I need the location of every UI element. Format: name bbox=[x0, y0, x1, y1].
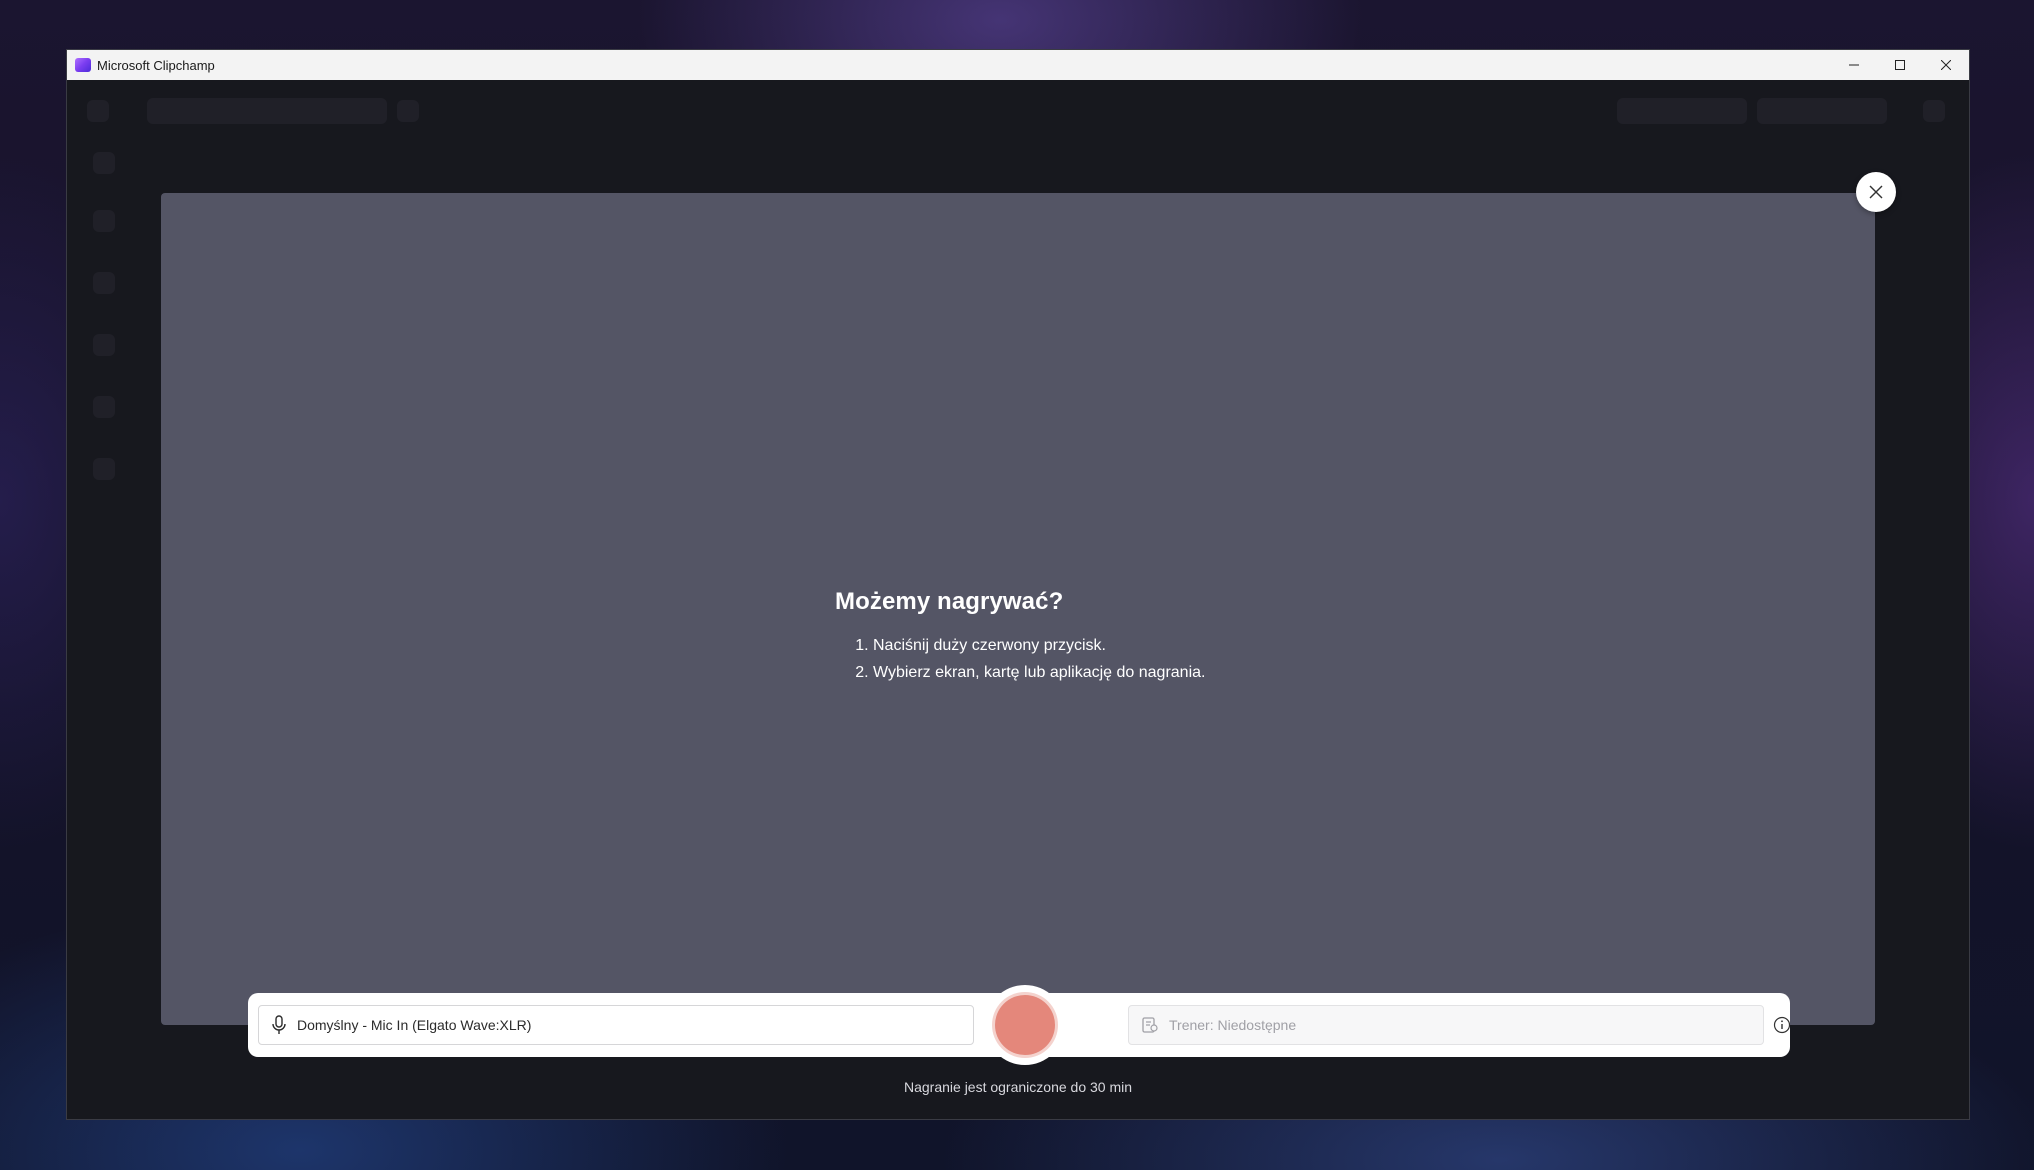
clipchamp-logo-icon bbox=[75, 58, 91, 72]
record-button[interactable] bbox=[995, 995, 1055, 1055]
record-button-ring bbox=[985, 985, 1065, 1065]
microphone-select[interactable]: Domyślny - Mic In (Elgato Wave:XLR) bbox=[258, 1005, 974, 1045]
modal-overlay: Możemy nagrywać? Naciśnij duży czerwony … bbox=[67, 80, 1969, 1119]
window-close-button[interactable] bbox=[1923, 50, 1969, 80]
close-recorder-button[interactable] bbox=[1856, 172, 1896, 212]
minimize-icon bbox=[1849, 64, 1859, 66]
recording-instructions: Możemy nagrywać? Naciśnij duży czerwony … bbox=[835, 588, 1205, 686]
recording-limit-note: Nagranie jest ograniczone do 30 min bbox=[903, 1079, 1133, 1095]
coach-icon bbox=[1141, 1016, 1159, 1034]
microphone-icon bbox=[271, 1015, 287, 1035]
info-button[interactable] bbox=[1773, 1016, 1791, 1034]
maximize-icon bbox=[1895, 60, 1905, 70]
app-window: Microsoft Clipchamp Możemy nagrywać? 1. … bbox=[66, 49, 1970, 1120]
recording-preview: Możemy nagrywać? Naciśnij duży czerwony … bbox=[161, 193, 1875, 1025]
steps-list: Naciśnij duży czerwony przycisk. Wybierz… bbox=[835, 632, 1205, 686]
window-title: Microsoft Clipchamp bbox=[97, 57, 215, 73]
step-item: Naciśnij duży czerwony przycisk. bbox=[873, 632, 1205, 659]
recorder-heading: Możemy nagrywać? bbox=[835, 588, 1064, 615]
close-icon bbox=[1941, 60, 1951, 70]
close-icon bbox=[1869, 185, 1883, 199]
info-icon bbox=[1773, 1016, 1791, 1034]
coach-select: Trener: Niedostępne bbox=[1128, 1005, 1764, 1045]
minimize-button[interactable] bbox=[1831, 50, 1877, 80]
recording-control-bar: Domyślny - Mic In (Elgato Wave:XLR) Tren… bbox=[248, 985, 1791, 1065]
step-item: Wybierz ekran, kartę lub aplikację do na… bbox=[873, 659, 1205, 686]
titlebar: Microsoft Clipchamp bbox=[67, 50, 1969, 80]
maximize-button[interactable] bbox=[1877, 50, 1923, 80]
window-controls bbox=[1831, 50, 1969, 80]
coach-value: Trener: Niedostępne bbox=[1169, 1017, 1297, 1033]
microphone-value: Domyślny - Mic In (Elgato Wave:XLR) bbox=[297, 1017, 532, 1033]
